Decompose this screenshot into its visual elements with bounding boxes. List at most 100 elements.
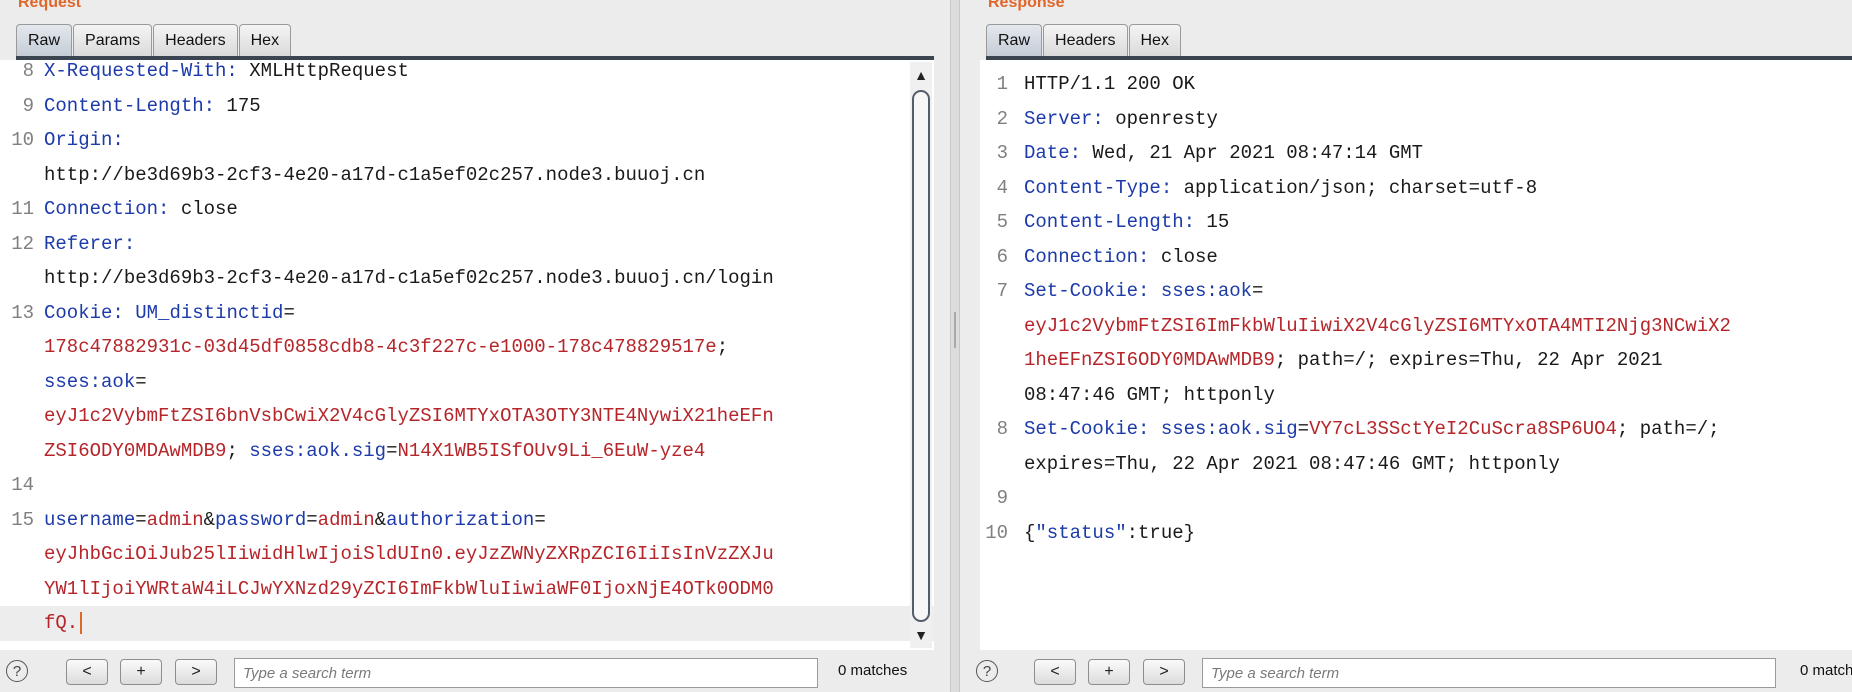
line-content: 178c47882931c-03d45df0858cdb8-4c3f227c-e… xyxy=(44,330,728,365)
header-key-text: Content-Length: xyxy=(44,94,216,117)
code-line: 11 Connection: close xyxy=(0,192,934,227)
header-key-text: Set-Cookie: xyxy=(1024,418,1150,440)
tab-headers[interactable]: Headers xyxy=(153,24,238,56)
line-content: {"status":true} xyxy=(1024,516,1195,551)
tab-headers[interactable]: Headers xyxy=(1043,24,1128,56)
header-key-text: Connection: xyxy=(44,198,170,220)
plain-text: close xyxy=(1149,245,1218,268)
request-tabs: Raw Params Headers Hex xyxy=(16,22,292,56)
add-search-button[interactable]: + xyxy=(1088,659,1130,685)
line-content: 08:47:46 GMT; httponly xyxy=(1024,378,1275,413)
code-line: http://be3d69b3-2cf3-4e20-a17d-c1a5ef02c… xyxy=(0,158,934,193)
header-key-text: sses:aok.sig xyxy=(249,439,387,462)
code-line: 2 Server: openresty xyxy=(980,102,1852,137)
code-line: 9 xyxy=(980,481,1852,516)
header-key-text: sses:aok.sig xyxy=(1160,418,1298,440)
add-search-button[interactable]: + xyxy=(120,659,162,685)
line-content: Connection: close xyxy=(44,192,238,227)
plain-text: ; xyxy=(716,336,729,358)
code-line: 178c47882931c-03d45df0858cdb8-4c3f227c-e… xyxy=(0,330,934,365)
code-line: eyJ1c2VybmFtZSI6ImFkbWluIiwiX2V4cGlyZSI6… xyxy=(980,309,1852,344)
response-editor[interactable]: 1 HTTP/1.1 200 OK 2 Server: openresty 3 Date:… xyxy=(980,60,1852,650)
plain-text: = xyxy=(534,508,546,531)
response-match-count: 0 matches xyxy=(1800,662,1852,679)
request-editor[interactable]: 8 X-Requested-With: XMLHttpRequest 9 Conten… xyxy=(0,60,934,650)
header-key-text: Referer: xyxy=(44,232,136,255)
next-match-button[interactable]: > xyxy=(1143,659,1185,685)
header-key-text: username xyxy=(44,508,136,531)
help-icon[interactable]: ? xyxy=(976,660,998,682)
code-line: 5 Content-Length: 15 xyxy=(980,205,1852,240)
plain-text: 08:47:46 GMT; httponly xyxy=(1024,383,1275,406)
header-key-text: X-Requested-With: xyxy=(44,60,238,82)
value-text: admin xyxy=(146,508,204,531)
code-line: 12 Referer: xyxy=(0,227,934,262)
header-key-text: Server: xyxy=(1024,107,1104,130)
code-line: 15 username=admin&password=admin&authoriz… xyxy=(0,503,934,538)
code-line: sses:aok= xyxy=(0,365,934,400)
prev-match-button[interactable]: < xyxy=(66,659,108,685)
line-content: eyJ1c2VybmFtZSI6ImFkbWluIiwiX2V4cGlyZSI6… xyxy=(1024,309,1731,344)
value-text: YW1lIjoiYWRtaW4iLCJwYXNzd29yZCI6ImFkbWlu… xyxy=(44,577,774,600)
plain-text: Wed, 21 Apr 2021 08:47:14 GMT xyxy=(1081,142,1424,164)
help-icon[interactable]: ? xyxy=(6,660,28,682)
splitter-grip[interactable] xyxy=(954,312,956,348)
tab-hex[interactable]: Hex xyxy=(1128,24,1181,56)
plain-text: ; path=/; xyxy=(1616,418,1720,440)
tab-hex[interactable]: Hex xyxy=(238,24,292,56)
plain-text: XMLHttpRequest xyxy=(237,60,409,82)
plain-text xyxy=(124,302,135,324)
code-line: 10 {"status":true} xyxy=(980,516,1852,551)
request-pane: Request Raw Params Headers Hex 8 X-Reques… xyxy=(0,0,950,692)
header-key-text: Cookie: xyxy=(44,301,124,324)
header-key-text: sses:aok xyxy=(1160,280,1253,302)
request-scrollbar[interactable]: ▲ ▼ xyxy=(910,62,932,648)
code-line: http://be3d69b3-2cf3-4e20-a17d-c1a5ef02c… xyxy=(0,261,934,296)
tab-raw[interactable]: Raw xyxy=(16,24,73,56)
pane-splitter[interactable] xyxy=(950,0,960,692)
text-caret xyxy=(80,611,83,634)
next-match-button[interactable]: > xyxy=(175,659,217,685)
code-line: fQ. xyxy=(0,606,934,641)
line-content: eyJ1c2VybmFtZSI6bnVsbCwiX2V4cGlyZSI6MTYx… xyxy=(44,399,774,434)
line-content: ZSI6ODY0MDAwMDB9; sses:aok.sig=N14X1WB5I… xyxy=(44,434,705,469)
line-content: fQ. xyxy=(44,606,83,641)
scroll-up-icon[interactable]: ▲ xyxy=(912,66,930,84)
code-line: 7 Set-Cookie: sses:aok= xyxy=(980,274,1852,309)
code-line: 1 HTTP/1.1 200 OK xyxy=(980,67,1852,102)
plain-text: = xyxy=(1252,280,1264,302)
tab-params[interactable]: Params xyxy=(73,24,153,56)
line-number: 14 xyxy=(11,474,34,496)
line-number: 13 xyxy=(11,301,34,324)
plain-text xyxy=(1149,418,1160,440)
code-line: 9 Content-Length: 175 xyxy=(0,89,934,124)
line-number: 3 xyxy=(996,142,1008,164)
line-number: 2 xyxy=(996,107,1008,130)
request-title: Request xyxy=(18,0,82,11)
plain-text xyxy=(1149,280,1160,302)
line-content: sses:aok= xyxy=(44,365,147,400)
prev-match-button[interactable]: < xyxy=(1034,659,1076,685)
header-key-text: password xyxy=(215,508,307,531)
response-pane: Response Raw Headers Hex 1 HTTP/1.1 200 O… xyxy=(960,0,1852,692)
plain-text: http://be3d69b3-2cf3-4e20-a17d-c1a5ef02c… xyxy=(44,163,706,186)
code-line: 3 Date: Wed, 21 Apr 2021 08:47:14 GMT xyxy=(980,136,1852,171)
plain-text: = xyxy=(386,439,398,462)
line-content: Date: Wed, 21 Apr 2021 08:47:14 GMT xyxy=(1024,136,1423,171)
request-search-input[interactable] xyxy=(234,658,818,688)
line-content: HTTP/1.1 200 OK xyxy=(1024,67,1195,102)
response-search-input[interactable] xyxy=(1202,658,1776,688)
value-text: 178c47882931c-03d45df0858cdb8-4c3f227c-e… xyxy=(44,336,717,358)
plain-text: ; xyxy=(226,439,250,462)
scroll-thumb[interactable] xyxy=(912,90,930,622)
request-match-count: 0 matches xyxy=(838,662,908,679)
line-content: Content-Length: 15 xyxy=(1024,205,1229,240)
value-text: 1heEFnZSI6ODY0MDAwMDB9 xyxy=(1024,349,1275,371)
plain-text: & xyxy=(203,508,216,531)
tab-raw[interactable]: Raw xyxy=(986,24,1043,56)
line-number: 12 xyxy=(11,232,34,255)
header-key-text: Origin: xyxy=(44,129,124,151)
value-text: N14X1WB5ISfOUv9Li_6EuW-yze4 xyxy=(397,439,706,462)
response-title: Response xyxy=(988,0,1065,11)
scroll-down-icon[interactable]: ▼ xyxy=(912,626,930,644)
